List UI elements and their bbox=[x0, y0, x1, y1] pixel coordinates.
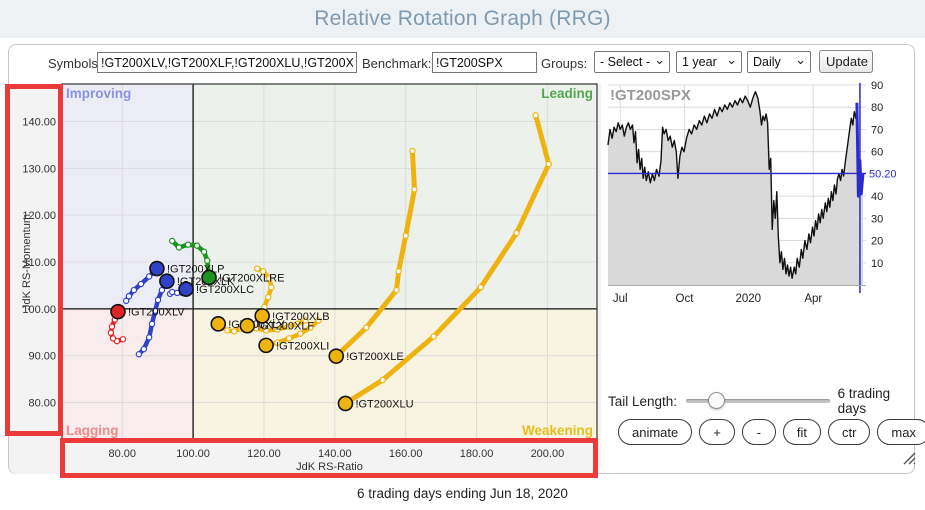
footer-caption: 6 trading days ending Jun 18, 2020 bbox=[0, 486, 925, 501]
svg-text:40: 40 bbox=[871, 191, 883, 203]
svg-text:140.00: 140.00 bbox=[22, 116, 56, 128]
quadrant-label-weakening: Weakening bbox=[522, 423, 593, 438]
titlebar: Relative Rotation Graph (RRG) bbox=[0, 0, 925, 38]
benchmark-label: Benchmark: bbox=[362, 56, 431, 71]
svg-text:80.00: 80.00 bbox=[28, 398, 56, 410]
svg-text:10: 10 bbox=[871, 258, 883, 270]
svg-text:Oct: Oct bbox=[676, 293, 695, 305]
quadrant-lagging bbox=[62, 309, 193, 440]
frequency-select[interactable]: Daily bbox=[747, 51, 811, 73]
svg-text:Jul: Jul bbox=[613, 293, 628, 305]
symbol-dot-!GT200XLP[interactable] bbox=[150, 262, 164, 276]
svg-text:90: 90 bbox=[871, 80, 883, 92]
quadrant-label-improving: Improving bbox=[66, 86, 131, 101]
symbol-dot-!GT200XLE[interactable] bbox=[329, 349, 343, 363]
zoom-out-button[interactable]: - bbox=[742, 419, 776, 445]
minichart-title: !GT200SPX bbox=[610, 87, 691, 104]
slider-handle[interactable] bbox=[708, 392, 725, 409]
tail-length-slider[interactable] bbox=[686, 392, 830, 410]
svg-text:2020: 2020 bbox=[735, 293, 761, 305]
svg-text:120.00: 120.00 bbox=[247, 448, 281, 460]
symbol-dot-!GT200XLF[interactable] bbox=[240, 319, 254, 333]
groups-select[interactable]: - Select - bbox=[594, 51, 670, 73]
symbols-input[interactable] bbox=[97, 52, 357, 73]
x-axis-title: JdK RS-Ratio bbox=[296, 461, 363, 473]
animate-button[interactable]: animate bbox=[618, 419, 692, 445]
quadrant-label-leading: Leading bbox=[541, 86, 593, 101]
symbol-label-!GT200XLB: !GT200XLB bbox=[272, 311, 329, 323]
symbol-dot-!GT200XLC[interactable] bbox=[179, 282, 193, 296]
svg-text:80.00: 80.00 bbox=[108, 448, 136, 460]
tail-length-row: Tail Length: 6 trading days bbox=[608, 386, 918, 416]
groups-select-wrap: - Select - ⌄ bbox=[594, 51, 670, 73]
benchmark-area bbox=[608, 92, 863, 285]
update-button[interactable]: Update bbox=[819, 50, 873, 73]
resize-handle-icon[interactable] bbox=[900, 449, 917, 466]
tail-length-value: 6 trading days bbox=[838, 386, 918, 416]
svg-text:130.00: 130.00 bbox=[22, 163, 56, 175]
fit-button[interactable]: fit bbox=[783, 419, 821, 445]
groups-label: Groups: bbox=[541, 56, 587, 71]
max-button[interactable]: max bbox=[877, 419, 925, 445]
svg-text:20: 20 bbox=[871, 236, 883, 248]
symbol-dot-!GT200XLB[interactable] bbox=[255, 309, 269, 323]
symbol-dot-!GT200XLRE[interactable] bbox=[202, 270, 216, 284]
benchmark-input[interactable] bbox=[432, 52, 537, 73]
svg-text:200.00: 200.00 bbox=[531, 448, 565, 460]
svg-text:140.00: 140.00 bbox=[318, 448, 352, 460]
symbol-dot-!GT200XLY[interactable] bbox=[211, 317, 225, 331]
chart-buttons: animate + - fit ctr max bbox=[618, 419, 925, 445]
tail-length-label: Tail Length: bbox=[608, 394, 686, 409]
zoom-in-button[interactable]: + bbox=[699, 419, 735, 445]
symbol-label-!GT200XLI: !GT200XLI bbox=[276, 340, 329, 352]
svg-text:160.00: 160.00 bbox=[389, 448, 423, 460]
last-value-label: 50.20 bbox=[869, 168, 897, 180]
benchmark-minichart[interactable]: 10 20 30 40 60 70 80 90 50.20 Jul Oct 2020 Apr !GT200… bbox=[600, 80, 925, 315]
symbol-label-!GT200XLU: !GT200XLU bbox=[355, 398, 413, 410]
period-select-wrap: 1 year ⌄ bbox=[676, 51, 742, 73]
svg-text:70: 70 bbox=[871, 124, 883, 136]
svg-text:60: 60 bbox=[871, 147, 883, 159]
page-title: Relative Rotation Graph (RRG) bbox=[314, 7, 610, 31]
center-button[interactable]: ctr bbox=[828, 419, 870, 445]
svg-text:90.00: 90.00 bbox=[28, 351, 56, 363]
svg-text:Apr: Apr bbox=[804, 293, 822, 305]
symbol-label-!GT200XLRE: !GT200XLRE bbox=[219, 272, 284, 284]
rrg-app: Relative Rotation Graph (RRG) Symbols: B… bbox=[0, 0, 925, 510]
y-axis-title: JdK RS-Momentum bbox=[21, 214, 33, 310]
symbol-dot-!GT200XLI[interactable] bbox=[259, 338, 273, 352]
svg-text:80: 80 bbox=[871, 102, 883, 114]
symbol-dot-!GT200XLU[interactable] bbox=[338, 396, 352, 410]
svg-text:100.00: 100.00 bbox=[176, 448, 210, 460]
rrg-chart[interactable]: Improving Leading Lagging Weakening !GT200XL… bbox=[0, 80, 610, 480]
svg-text:30: 30 bbox=[871, 213, 883, 225]
symbol-label-!GT200XLE: !GT200XLE bbox=[346, 351, 403, 363]
frequency-select-wrap: Daily ⌄ bbox=[747, 51, 811, 73]
svg-text:180.00: 180.00 bbox=[460, 448, 494, 460]
period-select[interactable]: 1 year bbox=[676, 51, 742, 73]
quadrant-label-lagging: Lagging bbox=[66, 423, 119, 438]
symbol-dot-!GT200XLK[interactable] bbox=[160, 274, 174, 288]
symbol-dot-!GT200XLV[interactable] bbox=[111, 305, 125, 319]
symbols-label: Symbols: bbox=[48, 56, 101, 71]
symbol-label-!GT200XLC: !GT200XLC bbox=[196, 284, 254, 296]
symbol-label-!GT200XLV: !GT200XLV bbox=[128, 307, 185, 319]
